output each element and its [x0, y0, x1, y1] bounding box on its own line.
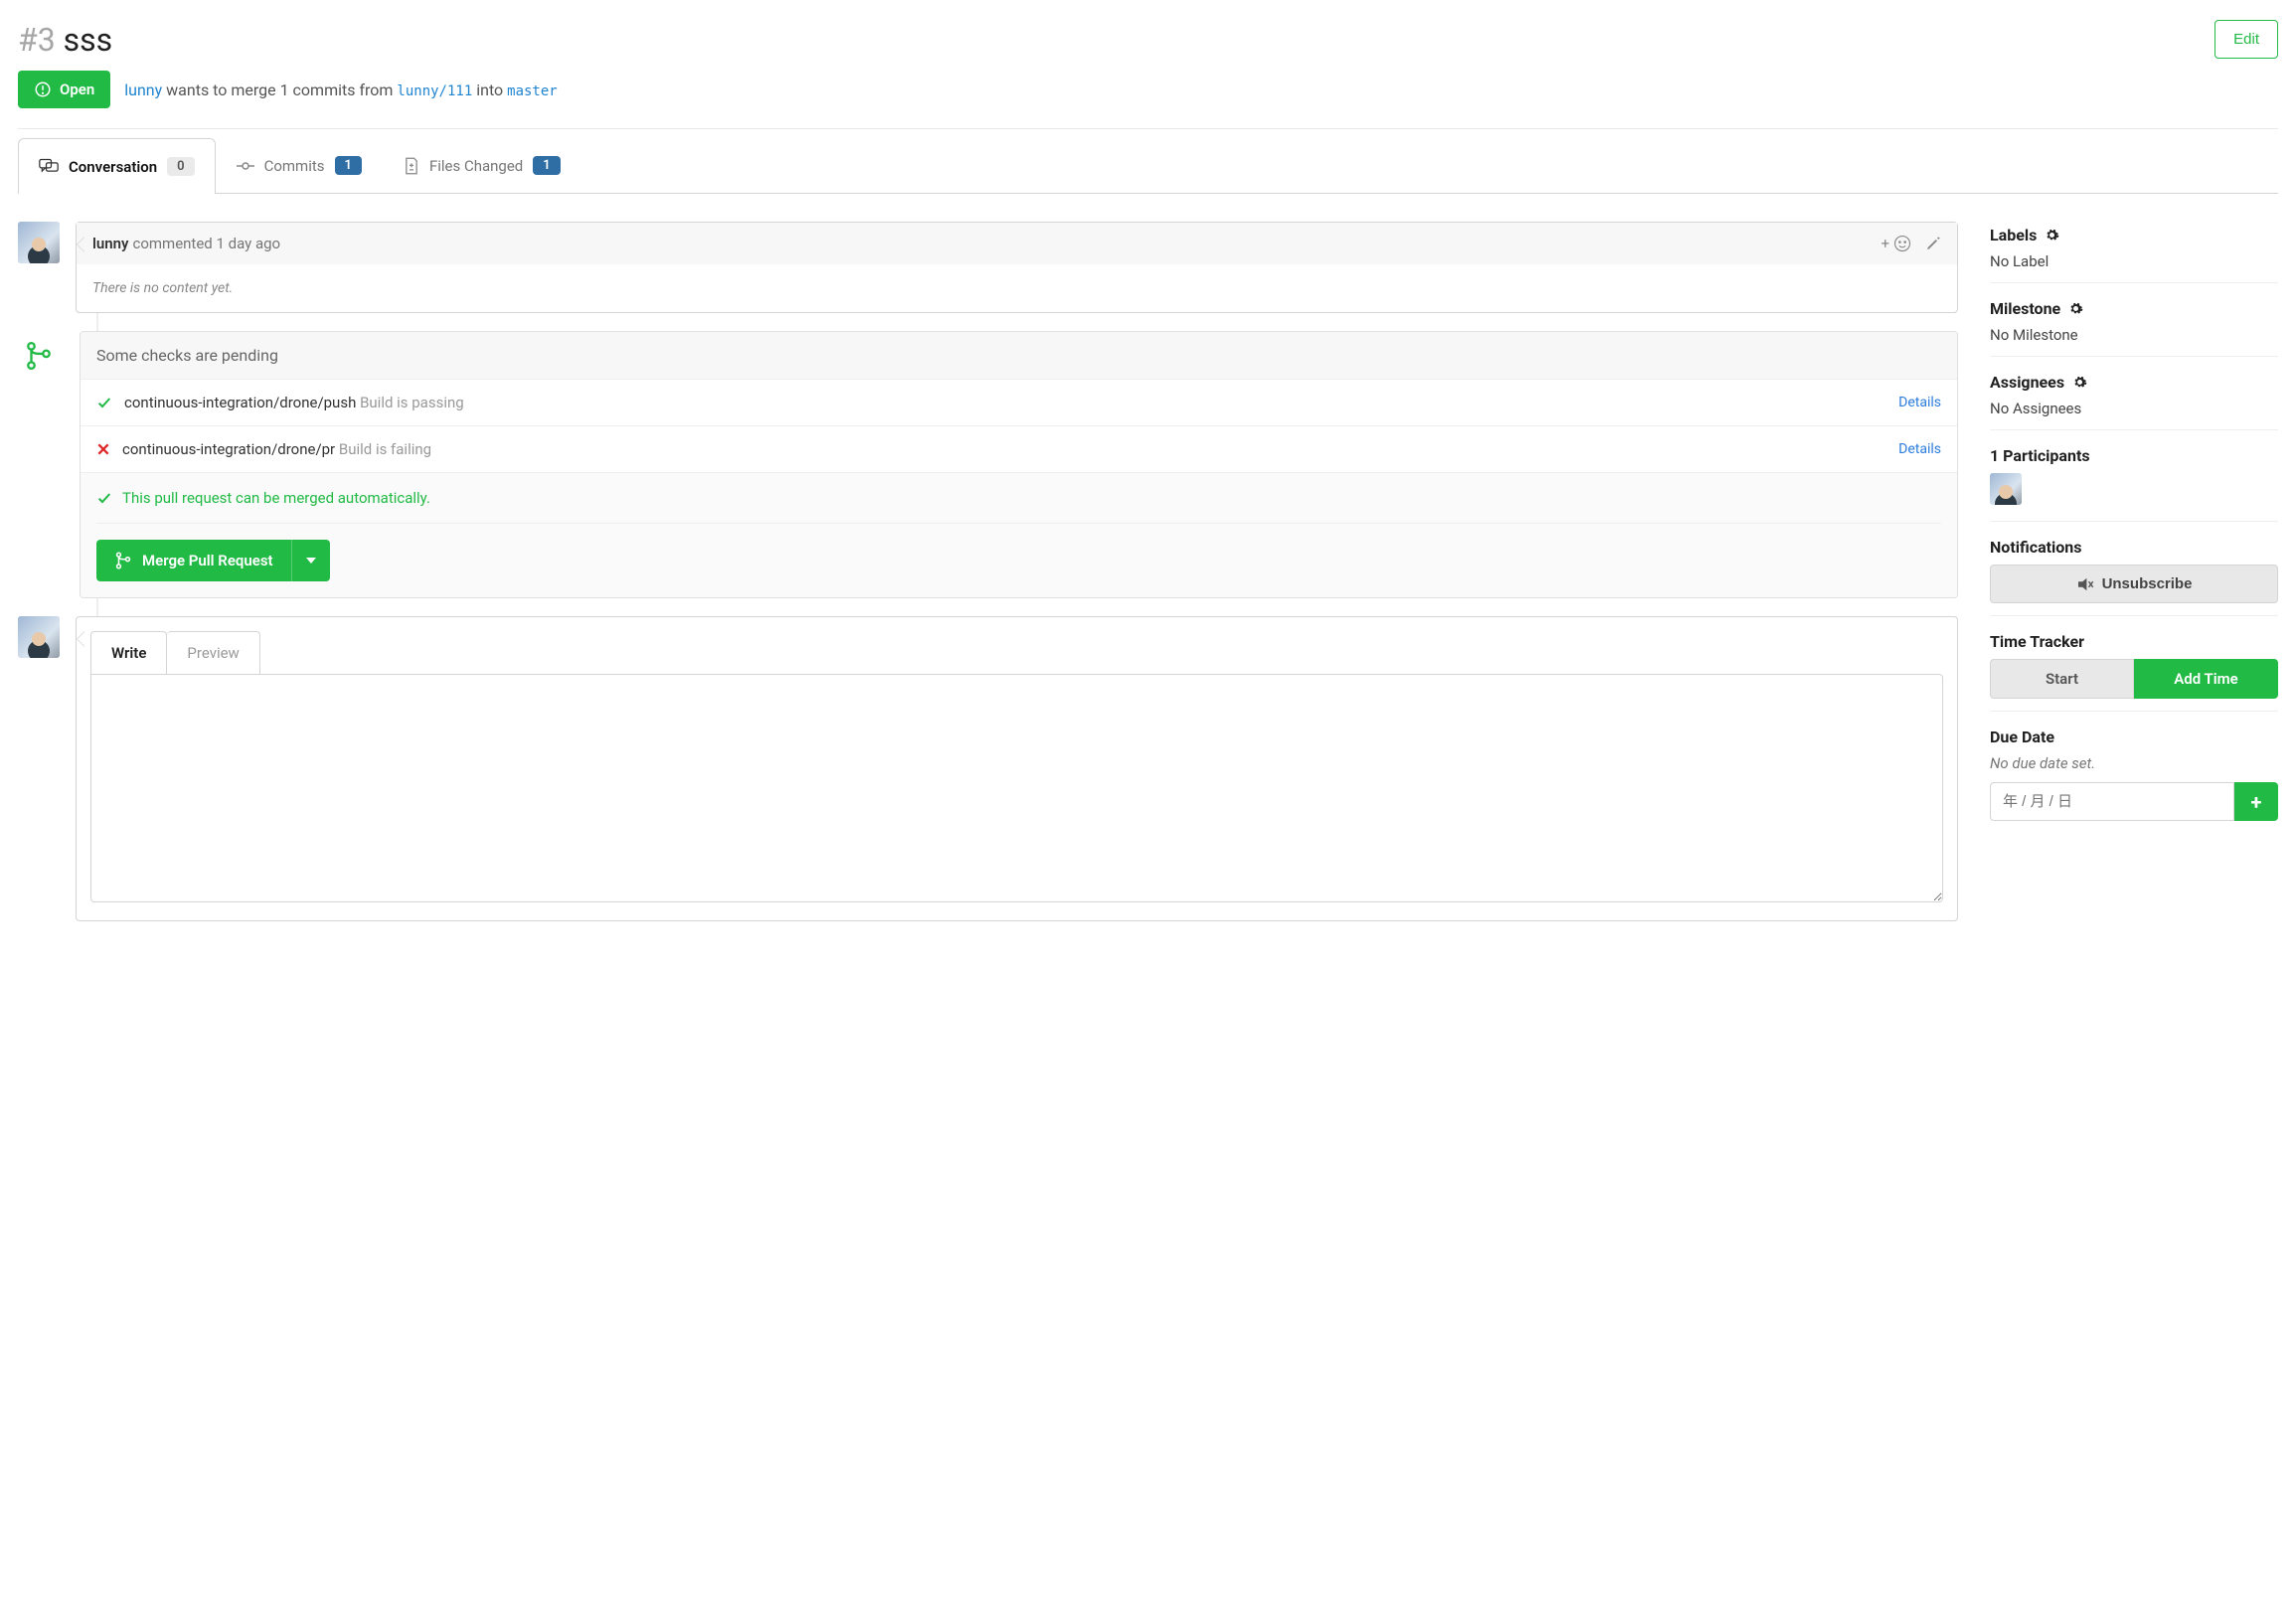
git-merge-icon — [24, 331, 54, 371]
gear-icon — [2072, 375, 2087, 390]
git-merge-icon — [114, 552, 132, 569]
check-details-link[interactable]: Details — [1898, 395, 1941, 410]
assignees-title: Assignees — [1990, 373, 2064, 392]
avatar[interactable] — [18, 222, 60, 263]
issue-title-text: sss — [64, 21, 113, 59]
due-date-title: Due Date — [1990, 728, 2054, 746]
assignees-header[interactable]: Assignees — [1990, 373, 2278, 392]
issue-title: #3 sss — [18, 21, 2214, 59]
time-tracker-header: Time Tracker — [1990, 632, 2278, 651]
new-comment-panel: Write Preview — [76, 616, 1958, 921]
pencil-icon[interactable] — [1925, 236, 1941, 251]
notifications-title: Notifications — [1990, 538, 2082, 557]
merge-ok-text: This pull request can be merged automati… — [122, 489, 430, 507]
tab-files-label: Files Changed — [429, 157, 523, 175]
merge-pr-button[interactable]: Merge Pull Request — [96, 540, 330, 581]
unsubscribe-button[interactable]: Unsubscribe — [1990, 565, 2278, 603]
checks-heading: Some checks are pending — [81, 332, 1957, 379]
merge-status-panel: Some checks are pending continuous-integ… — [80, 331, 1958, 598]
check-icon — [96, 490, 112, 506]
state-badge: Open — [18, 71, 110, 108]
alert-circle-icon — [34, 81, 52, 98]
mute-icon — [2076, 577, 2094, 591]
tab-conversation[interactable]: Conversation 0 — [18, 138, 216, 194]
labels-value: No Label — [1990, 252, 2278, 270]
into-text: into — [476, 81, 503, 99]
due-date-value: No due date set. — [1990, 754, 2278, 772]
x-icon — [96, 442, 110, 456]
comment-textarea[interactable] — [90, 674, 1943, 902]
merge-description: lunny wants to merge 1 commits from lunn… — [124, 81, 557, 99]
target-branch[interactable]: master — [507, 83, 558, 99]
issue-number: #3 — [18, 21, 56, 59]
gear-icon — [2068, 301, 2083, 316]
check-icon — [96, 395, 112, 410]
labels-header[interactable]: Labels — [1990, 226, 2278, 244]
check-detail: Build is passing — [360, 394, 464, 411]
avatar[interactable] — [18, 616, 60, 658]
comment-bubble: lunny commented 1 day ago + There is no … — [76, 222, 1958, 313]
conversation-count: 0 — [167, 157, 194, 176]
milestone-header[interactable]: Milestone — [1990, 299, 2278, 318]
comment-body: There is no content yet. — [77, 264, 1957, 312]
notifications-header: Notifications — [1990, 538, 2278, 557]
check-name: continuous-integration/drone/push Build … — [124, 394, 464, 411]
tab-commits[interactable]: Commits 1 — [216, 137, 383, 193]
merge-btn-label: Merge Pull Request — [142, 552, 273, 569]
caret-down-icon — [306, 556, 316, 566]
plus-label: + — [1881, 235, 1889, 252]
commits-count: 1 — [335, 156, 362, 175]
participants-title: 1 Participants — [1990, 446, 2090, 465]
participant-avatar[interactable] — [1990, 473, 2022, 505]
due-date-input[interactable] — [1990, 782, 2234, 821]
comment-action: commented — [132, 235, 212, 252]
author-link[interactable]: lunny — [124, 81, 162, 99]
source-branch[interactable]: lunny/111 — [397, 83, 472, 99]
milestone-title: Milestone — [1990, 299, 2060, 318]
comment-author[interactable]: lunny — [92, 235, 128, 252]
merge-text: wants to merge 1 commits from — [166, 81, 393, 99]
due-date-header: Due Date — [1990, 728, 2278, 746]
gear-icon — [2045, 228, 2059, 243]
milestone-value: No Milestone — [1990, 326, 2278, 344]
check-row: continuous-integration/drone/pr Build is… — [81, 425, 1957, 472]
labels-title: Labels — [1990, 226, 2037, 244]
tab-files[interactable]: Files Changed 1 — [383, 137, 581, 193]
files-count: 1 — [533, 156, 560, 175]
assignees-value: No Assignees — [1990, 400, 2278, 417]
add-reaction-button[interactable]: + — [1881, 235, 1911, 252]
tab-commits-label: Commits — [264, 157, 325, 175]
unsubscribe-label: Unsubscribe — [2102, 575, 2193, 592]
add-due-date-button[interactable]: + — [2234, 782, 2278, 821]
merge-options-caret[interactable] — [291, 540, 330, 581]
participants-header: 1 Participants — [1990, 446, 2278, 465]
git-commit-icon — [237, 157, 254, 175]
state-label: Open — [60, 81, 94, 98]
tab-write[interactable]: Write — [90, 631, 167, 674]
start-timer-button[interactable]: Start — [1990, 659, 2134, 699]
pr-tabs: Conversation 0 Commits 1 Files Changed 1 — [18, 137, 2278, 193]
file-diff-icon — [404, 157, 419, 175]
tab-preview[interactable]: Preview — [167, 631, 259, 674]
check-row: continuous-integration/drone/push Build … — [81, 379, 1957, 425]
edit-button[interactable]: Edit — [2214, 20, 2278, 59]
smile-icon — [1893, 235, 1911, 252]
comment-icon — [39, 158, 59, 176]
check-name: continuous-integration/drone/pr Build is… — [122, 440, 431, 458]
check-details-link[interactable]: Details — [1898, 441, 1941, 457]
time-tracker-title: Time Tracker — [1990, 632, 2084, 651]
check-detail: Build is failing — [339, 440, 431, 458]
add-time-button[interactable]: Add Time — [2134, 659, 2278, 699]
comment-time: 1 day ago — [217, 235, 281, 252]
tab-conversation-label: Conversation — [69, 158, 157, 176]
merge-ok-message: This pull request can be merged automati… — [96, 489, 1941, 507]
